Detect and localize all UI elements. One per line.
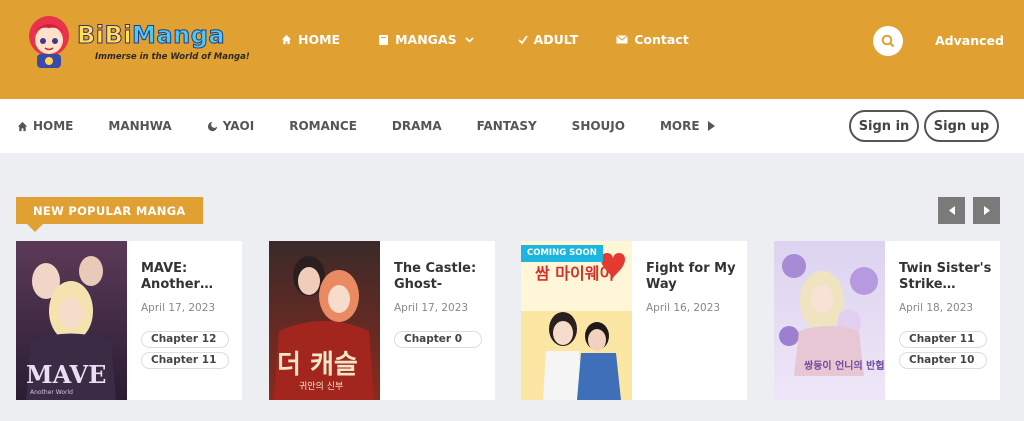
logo-tagline: Immerse in the World of Manga! (95, 52, 250, 62)
manga-info: Fight for My Way April 16, 2023 (646, 261, 741, 314)
manga-title[interactable]: Twin Sister's Strike… (899, 261, 994, 293)
genre-home-label: HOME (33, 119, 74, 133)
carousel-next-button[interactable] (973, 197, 1000, 224)
section-title: NEW POPULAR MANGA (16, 197, 203, 224)
genre-more[interactable]: MORE (660, 119, 720, 133)
signin-button[interactable]: Sign in (849, 110, 919, 142)
manga-card[interactable]: MAVE Another World MAVE: Another… April … (16, 241, 242, 400)
cover-title-text: 쌈 마이웨이 (535, 264, 614, 283)
manga-date: April 18, 2023 (899, 302, 974, 314)
manga-info: MAVE: Another… April 17, 2023 Chapter 12… (141, 261, 236, 373)
caret-left-icon (948, 206, 955, 215)
manga-cover[interactable]: MAVE Another World (16, 241, 127, 400)
manga-cover[interactable]: 쌈 마이웨이 COMING SOON (521, 241, 632, 400)
coming-soon-badge: COMING SOON (521, 245, 603, 262)
mascot-logo-icon (29, 16, 69, 68)
genre-more-label: MORE (659, 119, 700, 133)
manga-info: The Castle: Ghost-eyed… April 17, 2023 C… (394, 261, 489, 352)
manga-card[interactable]: 쌍둥이 언니의 반협신인 Twin Sister's Strike… April… (774, 241, 1000, 400)
nav-mangas[interactable]: MANGAS (378, 32, 480, 47)
search-icon (881, 34, 895, 48)
manga-title[interactable]: MAVE: Another… (141, 261, 236, 293)
genre-shoujo-label: SHOUJO (571, 119, 625, 133)
chapter-list: Chapter 11 Chapter 10 (899, 331, 994, 369)
genre-romance[interactable]: ROMANCE (289, 119, 357, 133)
manga-cover[interactable]: 쌍둥이 언니의 반협신인 (774, 241, 885, 400)
cover-title-text: 더 캐슬 (277, 350, 358, 380)
caret-right-icon (707, 121, 715, 131)
manga-title[interactable]: The Castle: Ghost-eyed… (394, 261, 489, 293)
genre-manhwa-label: MANHWA (108, 119, 172, 133)
manga-card[interactable]: 더 캐슬 귀안의 신부 The Castle: Ghost-eyed… Apri… (269, 241, 495, 400)
main-nav: HOME MANGAS ADULT Contact (281, 32, 727, 47)
cover-image: 더 캐슬 귀안의 신부 (269, 241, 380, 400)
nav-adult-label: ADULT (533, 32, 579, 47)
genre-drama-label: DRAMA (391, 119, 442, 133)
cover-title-text: MAVE (26, 360, 106, 389)
nav-contact-label: Contact (634, 32, 689, 47)
genre-romance-label: ROMANCE (289, 119, 357, 133)
signup-button[interactable]: Sign up (924, 110, 999, 142)
check-icon (517, 34, 528, 44)
advanced-search-link[interactable]: Advanced (935, 33, 1004, 48)
nav-contact[interactable]: Contact (616, 32, 689, 47)
genre-shoujo[interactable]: SHOUJO (572, 119, 625, 133)
chapter-link[interactable]: Chapter 11 (899, 331, 987, 348)
site-logo[interactable]: BiBiManga Immerse in the World of Manga! (22, 14, 250, 70)
search-button[interactable] (873, 26, 903, 56)
moon-icon (207, 120, 218, 131)
logo-wordmark: BiBiManga (76, 21, 226, 50)
cover-image: 쌈 마이웨이 (521, 241, 632, 400)
nav-mangas-label: MANGAS (395, 32, 457, 47)
chapter-link[interactable]: Chapter 11 (141, 352, 229, 369)
manga-date: April 17, 2023 (394, 302, 469, 314)
genre-bar: HOME MANHWA YAOI ROMANCE DRAMA FANTASY S… (0, 99, 1024, 153)
cover-subtitle-text: Another World (30, 389, 73, 396)
genre-yaoi[interactable]: YAOI (207, 119, 255, 133)
nav-home-label: HOME (298, 32, 341, 47)
chapter-list: Chapter 12 Chapter 11 (141, 331, 236, 369)
manga-date: April 17, 2023 (141, 302, 216, 314)
nav-home[interactable]: HOME (281, 32, 340, 47)
book-icon (379, 34, 389, 45)
genre-fantasy-label: FANTASY (476, 119, 537, 133)
top-header: BiBiManga Immerse in the World of Manga!… (0, 0, 1024, 99)
home-icon (17, 121, 28, 131)
manga-title[interactable]: Fight for My Way (646, 261, 741, 293)
manga-card[interactable]: 쌈 마이웨이 COMING SOON Fight for My Way Apri… (521, 241, 747, 400)
genre-drama[interactable]: DRAMA (392, 119, 442, 133)
section-title-pointer (27, 224, 43, 232)
genre-home[interactable]: HOME (17, 119, 73, 133)
manga-info: Twin Sister's Strike… April 18, 2023 Cha… (899, 261, 994, 373)
chapter-link[interactable]: Chapter 10 (899, 352, 987, 369)
genre-fantasy[interactable]: FANTASY (477, 119, 537, 133)
genre-manhwa[interactable]: MANHWA (108, 119, 171, 133)
chapter-link[interactable]: Chapter 0 (394, 331, 482, 348)
cover-image: 쌍둥이 언니의 반협신인 (774, 241, 885, 400)
chapter-list: Chapter 0 (394, 331, 489, 348)
manga-cover[interactable]: 더 캐슬 귀안의 신부 (269, 241, 380, 400)
nav-adult[interactable]: ADULT (517, 32, 579, 47)
cover-subtitle-text: 귀안의 신부 (299, 381, 343, 392)
envelope-icon (616, 35, 629, 44)
genre-nav: HOME MANHWA YAOI ROMANCE DRAMA FANTASY S… (17, 119, 755, 133)
manga-date: April 16, 2023 (646, 302, 721, 314)
caret-right-icon (983, 206, 990, 215)
chapter-link[interactable]: Chapter 12 (141, 331, 229, 348)
carousel-prev-button[interactable] (938, 197, 965, 224)
home-icon (281, 34, 292, 45)
cover-image: MAVE Another World (16, 241, 127, 400)
chevron-down-icon (465, 36, 474, 43)
genre-yaoi-label: YAOI (222, 119, 255, 133)
cover-title-text: 쌍둥이 언니의 반협신인 (804, 359, 885, 372)
